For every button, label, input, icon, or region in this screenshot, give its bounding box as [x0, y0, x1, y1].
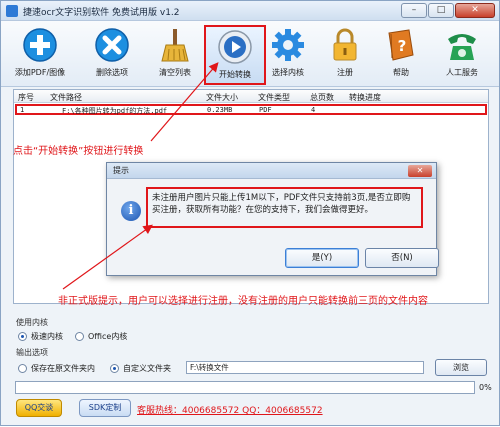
engine-option-office[interactable]: Office内核 — [75, 331, 127, 342]
play-icon — [218, 30, 252, 64]
svg-text:?: ? — [398, 37, 407, 55]
engine-option-label: Office内核 — [88, 332, 128, 341]
prompt-dialog: 提示 ✕ i 未注册用户图片只能上传1M以下，PDF文件只支持前3页,是否立即购… — [106, 162, 439, 276]
qq-chat-label: QQ交谈 — [24, 403, 54, 412]
lock-icon — [333, 28, 357, 61]
output-heading: 输出选项 — [16, 348, 48, 357]
toolbar-label: 选择内核 — [272, 68, 304, 77]
toolbar-label: 人工服务 — [446, 68, 478, 77]
add-pdf-image-button[interactable]: 添加PDF/图像 — [9, 25, 71, 85]
register-button[interactable]: 注册 — [314, 25, 376, 85]
broom-icon — [161, 29, 189, 62]
plus-icon — [23, 28, 57, 62]
column-header[interactable]: 文件路径 — [50, 92, 82, 103]
cell-path: F:\各种图片转为pdf的方法.pdf — [62, 107, 168, 115]
yes-button[interactable]: 是(Y) — [285, 248, 359, 268]
delete-item-button[interactable]: 删除选项 — [81, 25, 143, 85]
dialog-message: 未注册用户图片只能上传1M以下，PDF文件只支持前3页,是否立即购买注册，获取所… — [146, 187, 423, 228]
toolbar: 添加PDF/图像 删除选项 清空列表 开始转换 选择内核 注册 ? 帮助 人工服 — [1, 21, 499, 87]
engine-option-label: 极速内核 — [31, 332, 63, 341]
help-button[interactable]: ? 帮助 — [370, 25, 432, 85]
radio-icon — [75, 332, 84, 341]
radio-selected-icon — [18, 332, 27, 341]
select-engine-button[interactable]: 选择内核 — [257, 25, 319, 85]
toolbar-label: 添加PDF/图像 — [14, 68, 66, 77]
cell-pages: 4 — [311, 106, 316, 114]
column-header[interactable]: 序号 — [18, 92, 34, 103]
qq-chat-button[interactable]: QQ交谈 — [16, 399, 62, 417]
annotation-unregistered: 非正式版提示，用户可以选择进行注册，没有注册的用户只能转换前三页的文件内容 — [58, 296, 428, 307]
toolbar-label: 开始转换 — [219, 70, 251, 79]
column-header[interactable]: 转换进度 — [349, 92, 381, 103]
app-logo-icon — [6, 5, 18, 17]
window-controls: – □ ✕ — [400, 3, 495, 18]
table-header: 序号 文件路径 文件大小 文件类型 总页数 转换进度 — [14, 90, 488, 103]
gear-icon — [272, 29, 304, 61]
cell-size: 0.23MB — [207, 106, 233, 114]
hotline-link[interactable]: 客服热线：4006685572 QQ：4006685572 — [137, 403, 323, 416]
output-option-custom[interactable]: 自定义文件夹 — [110, 363, 171, 374]
toolbar-label: 清空列表 — [159, 68, 191, 77]
minimize-button[interactable]: – — [401, 3, 427, 18]
radio-selected-icon — [110, 364, 119, 373]
radio-icon — [18, 364, 27, 373]
phone-icon — [448, 34, 476, 60]
output-path-field[interactable]: F:\转换文件 — [186, 361, 424, 374]
help-book-icon: ? — [388, 29, 414, 61]
browse-button[interactable]: 浏览 — [435, 359, 487, 376]
delete-icon — [95, 28, 129, 62]
toolbar-label: 删除选项 — [96, 68, 128, 77]
dialog-title: 提示 — [107, 163, 436, 179]
no-button[interactable]: 否(N) — [365, 248, 439, 268]
column-header[interactable]: 文件类型 — [258, 92, 290, 103]
toolbar-label: 注册 — [337, 68, 353, 77]
close-button[interactable]: ✕ — [455, 3, 495, 18]
engine-heading: 使用内核 — [16, 318, 48, 327]
toolbar-label: 帮助 — [393, 68, 409, 77]
sdk-custom-button[interactable]: SDK定制 — [79, 399, 131, 417]
output-option-original[interactable]: 保存在原文件夹内 — [18, 363, 95, 374]
table-row[interactable]: 1 F:\各种图片转为pdf的方法.pdf 0.23MB PDF 4 — [15, 104, 487, 115]
sdk-custom-label: SDK定制 — [88, 403, 122, 412]
app-window: 捷速ocr文字识别软件 免费试用版 v1.2 – □ ✕ 添加PDF/图像 删除… — [0, 0, 500, 426]
info-icon: i — [121, 201, 141, 221]
clear-list-button[interactable]: 清空列表 — [144, 25, 206, 85]
maximize-button[interactable]: □ — [428, 3, 454, 18]
progress-bar — [15, 381, 475, 394]
engine-option-fast[interactable]: 极速内核 — [18, 331, 63, 342]
column-header[interactable]: 总页数 — [310, 92, 334, 103]
progress-percent: 0% — [479, 383, 492, 392]
cell-index: 1 — [20, 106, 25, 114]
window-title: 捷速ocr文字识别软件 免费试用版 v1.2 — [23, 8, 180, 18]
output-option-label: 自定义文件夹 — [123, 364, 171, 373]
cell-type: PDF — [259, 106, 272, 114]
dialog-close-button[interactable]: ✕ — [408, 165, 432, 177]
title-bar: 捷速ocr文字识别软件 免费试用版 v1.2 – □ ✕ — [1, 1, 499, 21]
column-header[interactable]: 文件大小 — [206, 92, 238, 103]
annotation-click-start: 点击“开始转换”按钮进行转换 — [13, 146, 144, 157]
manual-service-button[interactable]: 人工服务 — [431, 25, 493, 85]
output-option-label: 保存在原文件夹内 — [31, 364, 95, 373]
